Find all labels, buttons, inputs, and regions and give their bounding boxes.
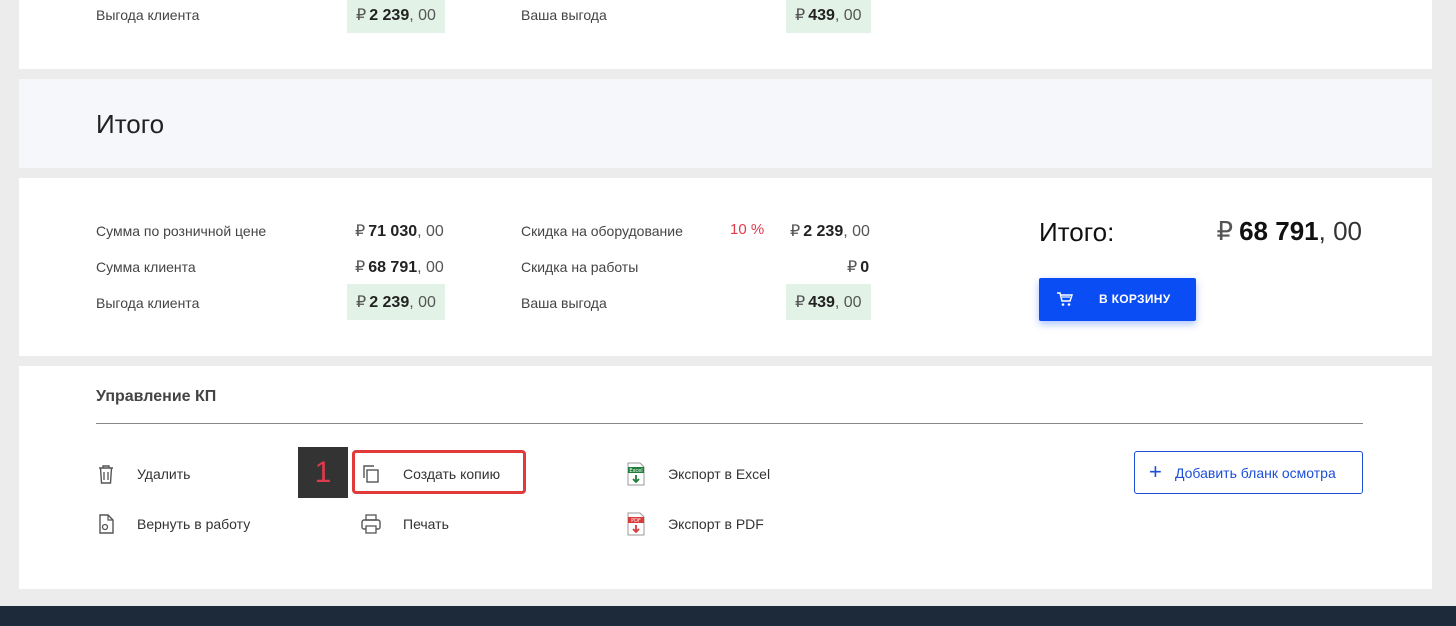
- equipment-discount-label: Скидка на оборудование: [521, 223, 683, 239]
- itogo-title: Итого: [96, 109, 165, 139]
- summary-card: Сумма по розничной цене ₽71 030, 00 Сумм…: [19, 178, 1432, 356]
- export-pdf-action[interactable]: PDF Экспорт в PDF: [625, 512, 764, 536]
- trash-icon: [95, 463, 117, 485]
- print-action[interactable]: Печать: [360, 513, 449, 535]
- excel-icon: Excel: [625, 462, 647, 486]
- annotation-badge: 1: [298, 447, 348, 498]
- client-benefit-label: Выгода клиента: [96, 7, 200, 23]
- export-excel-action[interactable]: Excel Экспорт в Excel: [625, 462, 770, 486]
- create-copy-action[interactable]: Создать копию: [360, 463, 500, 485]
- client-sum-value: ₽68 791, 00: [355, 259, 444, 276]
- your-benefit-label: Ваша выгода: [521, 295, 607, 311]
- your-benefit-label: Ваша выгода: [521, 7, 607, 23]
- return-to-work-action[interactable]: Вернуть в работу: [95, 513, 250, 535]
- total-label: Итого:: [1039, 217, 1115, 247]
- create-copy-label: Создать копию: [403, 466, 501, 482]
- itogo-header: Итого: [19, 79, 1432, 168]
- work-discount-label: Скидка на работы: [521, 259, 639, 275]
- add-inspection-form-button[interactable]: + Добавить бланк осмотра: [1134, 451, 1363, 494]
- your-benefit-value: ₽439, 00: [786, 284, 871, 320]
- printer-icon: [360, 513, 382, 535]
- client-benefit-value: ₽2 239, 00: [347, 284, 445, 320]
- retail-sum-label: Сумма по розничной цене: [96, 223, 267, 239]
- export-pdf-label: Экспорт в PDF: [668, 516, 764, 532]
- delete-action[interactable]: Удалить: [95, 463, 190, 485]
- pdf-icon: PDF: [625, 512, 647, 536]
- document-icon: [95, 513, 117, 535]
- add-inspection-form-label: Добавить бланк осмотра: [1175, 465, 1336, 481]
- client-benefit-value: ₽2 239, 00: [347, 0, 445, 33]
- print-label: Печать: [403, 516, 449, 532]
- add-to-cart-label: В КОРЗИНУ: [1099, 292, 1171, 306]
- copy-icon: [360, 463, 382, 485]
- export-excel-label: Экспорт в Excel: [668, 466, 771, 482]
- benefit-row-card: Выгода клиента ₽2 239, 00 Ваша выгода ₽4…: [19, 0, 1432, 69]
- retail-sum-value: ₽71 030, 00: [355, 223, 444, 240]
- divider: [96, 423, 1363, 424]
- page-footer: [0, 606, 1456, 626]
- svg-text:PDF: PDF: [631, 518, 641, 524]
- return-to-work-label: Вернуть в работу: [137, 516, 251, 532]
- work-discount-value: ₽0: [847, 259, 870, 276]
- svg-text:Excel: Excel: [629, 468, 642, 474]
- plus-icon: +: [1149, 459, 1162, 484]
- equipment-discount-percent: 10 %: [730, 221, 765, 238]
- add-to-cart-button[interactable]: В КОРЗИНУ: [1039, 278, 1196, 321]
- cart-icon: [1056, 290, 1074, 308]
- client-benefit-label: Выгода клиента: [96, 295, 200, 311]
- manage-card: Управление КП Удалить Вернуть в работу 1: [19, 366, 1432, 589]
- manage-title: Управление КП: [96, 388, 217, 405]
- delete-label: Удалить: [137, 466, 191, 482]
- client-sum-label: Сумма клиента: [96, 259, 196, 275]
- your-benefit-value: ₽439, 00: [786, 0, 871, 33]
- equipment-discount-value: ₽2 239, 00: [790, 223, 870, 240]
- total-value: ₽68 791, 00: [1216, 216, 1362, 246]
